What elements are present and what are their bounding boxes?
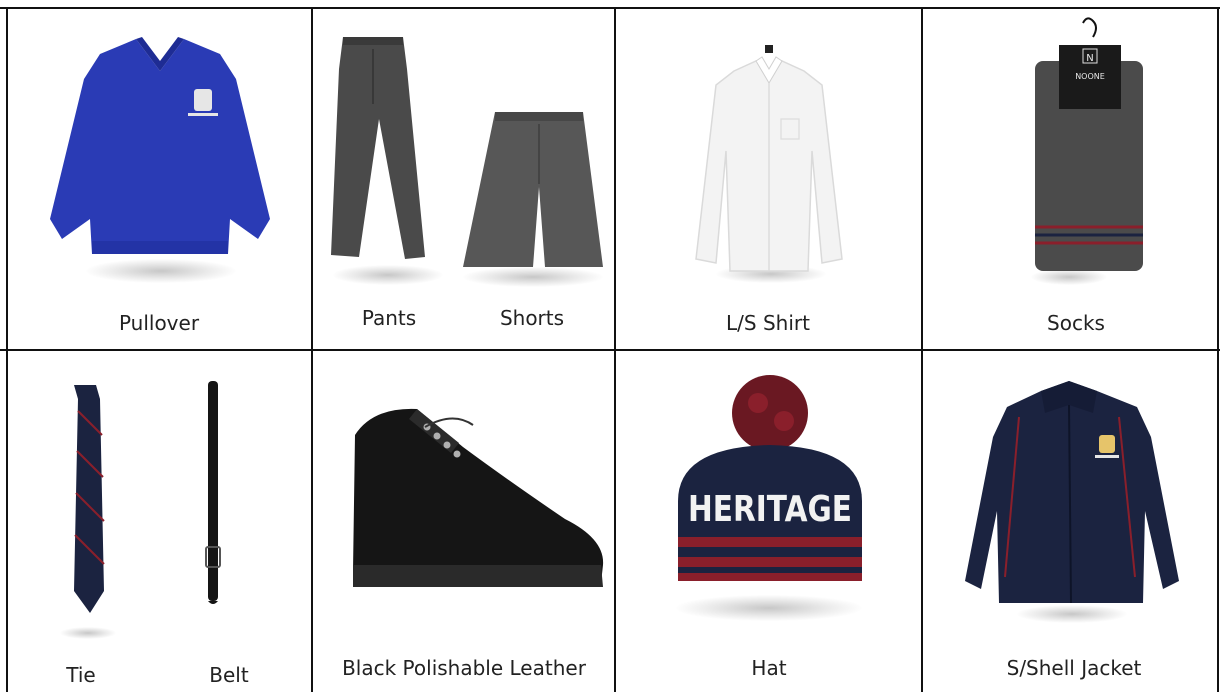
label-socks: Socks	[1047, 311, 1105, 335]
cell-pullover: Pullover	[8, 9, 311, 349]
label-jacket: S/Shell Jacket	[1006, 656, 1142, 680]
shorts-image	[463, 112, 603, 267]
shirt-image	[695, 45, 843, 272]
label-shorts: Shorts	[499, 306, 565, 330]
label-pants: Pants	[361, 306, 417, 330]
cell-jacket: S/Shell Jacket	[923, 351, 1217, 692]
label-hat: Hat	[751, 656, 787, 680]
label-pullover: Pullover	[118, 311, 200, 335]
socks-logo-letter: N	[1086, 53, 1093, 64]
cell-ls-shirt: L/S Shirt	[616, 9, 921, 349]
socks-brand-text: NOONE	[1075, 72, 1105, 81]
cell-socks: N NOONE Socks	[923, 9, 1217, 349]
grid-border-right	[1217, 7, 1219, 692]
uniform-grid: Pullover Pants Shorts L/S Shirt N NOONE …	[0, 0, 1220, 692]
belt-image	[205, 381, 221, 604]
socks-image: N NOONE	[1035, 17, 1143, 271]
cell-hat: HERITAGE Hat	[616, 351, 921, 692]
label-belt: Belt	[209, 663, 249, 687]
jacket-image	[965, 381, 1179, 604]
hat-knit-text: HERITAGE	[688, 489, 852, 530]
label-ls-shirt: L/S Shirt	[726, 311, 810, 335]
cell-shoes: Black Polishable Leather	[313, 351, 614, 692]
shoe-image	[353, 408, 604, 587]
cell-pants-shorts: Pants Shorts	[313, 9, 614, 349]
label-tie: Tie	[66, 663, 96, 687]
label-shoes: Black Polishable Leather	[342, 656, 586, 680]
pullover-image	[50, 37, 270, 254]
hat-image: HERITAGE	[678, 375, 862, 581]
cell-tie-belt: Tie Belt	[8, 351, 311, 692]
